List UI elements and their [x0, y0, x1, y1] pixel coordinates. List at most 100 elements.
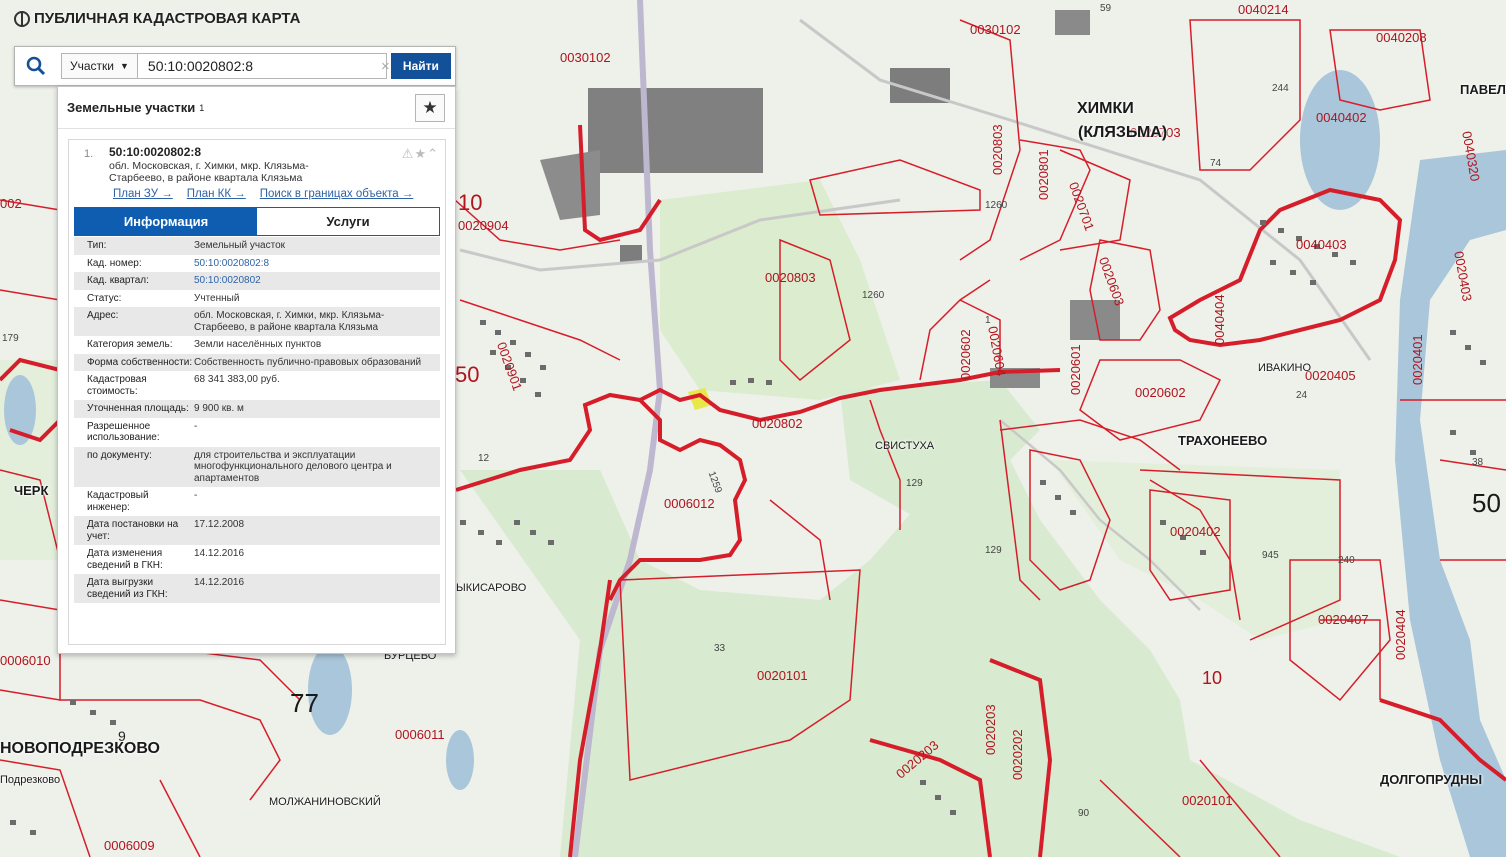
building-warehouse [588, 88, 763, 173]
attr-row-cad-quarter: Кад. квартал: 50:10:0020802 [74, 272, 440, 290]
attr-value: 14.12.2016 [194, 577, 245, 588]
attr-label: по документу: [87, 449, 152, 461]
region-number-77: 77 [290, 688, 319, 718]
cadastral-label: 0020203 [983, 704, 998, 755]
map-number-label: 129 [985, 545, 1002, 556]
globe-logo-icon [14, 10, 30, 27]
attr-label: Дата выгрузки сведений из ГКН: [87, 577, 168, 600]
cadastral-label: 0020802 [752, 416, 803, 431]
cadastral-label: 0006012 [664, 496, 715, 511]
map-number-label: 945 [1262, 550, 1279, 561]
cadastral-label: 0020401 [1410, 334, 1425, 385]
attr-value: 17.12.2008 [194, 519, 245, 530]
place-name-molzhaninovsky: МОЛЖАНИНОВСКИЙ [269, 796, 381, 808]
attr-label: Кадастровая стоимость: [87, 374, 147, 397]
cadastral-label: 0030102 [970, 22, 1021, 37]
attr-row-cad-number: Кад. номер: 50:10:0020802:8 [74, 254, 440, 272]
map-number-label: 33 [714, 643, 726, 654]
attr-value: Земельный участок [194, 240, 286, 251]
tab-information[interactable]: Информация [75, 208, 257, 235]
cadastral-label: 0030102 [560, 50, 611, 65]
cad-quarter-link[interactable]: 50:10:0020802 [194, 275, 440, 287]
place-name-pavel: ПАВЕЛ [1460, 82, 1506, 97]
attr-value: Собственность публично-правовых образова… [194, 356, 422, 368]
cadastral-label: 0040402 [1316, 110, 1367, 125]
plan-zu-link[interactable]: План ЗУ → [113, 188, 173, 200]
place-name-dolgoprudny: ДОЛГОПРУДНЫ [1380, 772, 1483, 787]
attr-row-area: Уточненная площадь: 9 900 кв. м [74, 400, 440, 418]
map-number-label: 12 [478, 453, 490, 464]
result-count: 1 [199, 102, 205, 113]
cadastral-label: 0020602 [1135, 385, 1186, 400]
plan-kk-link[interactable]: План КК → [187, 188, 246, 200]
attr-label: Кад. квартал: [87, 275, 149, 286]
cadastral-label: 0020803 [990, 124, 1005, 175]
attr-value: Земли населённых пунктов [194, 339, 322, 350]
cadastral-label: 0020202 [1010, 729, 1025, 780]
place-name-cherk: ЧЕРК [14, 483, 49, 498]
cad-number-link[interactable]: 50:10:0020802:8 [194, 258, 440, 270]
place-name-khimki: ХИМКИ [1077, 100, 1134, 117]
attr-row-ownership: Форма собственности: Собственность публи… [74, 353, 440, 371]
attr-label: Адрес: [87, 310, 119, 321]
search-type-dropdown[interactable]: Участки ▼ [61, 53, 138, 79]
cadastral-label: 0020602 [958, 329, 973, 380]
tab-services[interactable]: Услуги [257, 208, 439, 235]
reservoir-water [1300, 70, 1380, 210]
attr-label: Форма собственности: [87, 356, 193, 368]
cadastral-label: 0020407 [1318, 612, 1369, 627]
attr-row-by-document: по документу: для строительства и эксплу… [74, 446, 440, 487]
cadastral-label: 0020601 [1068, 344, 1083, 395]
attr-value: 9 900 кв. м [194, 403, 244, 414]
region-number-50: 50 [1472, 488, 1501, 518]
place-name-svistukha: СВИСТУХА [875, 440, 935, 452]
search-in-bounds-link[interactable]: Поиск в границах объекта → [260, 188, 414, 200]
app-title-text: ПУБЛИЧНАЯ КАДАСТРОВАЯ КАРТА [34, 10, 301, 27]
search-type-label: Участки [70, 59, 114, 73]
map-number-label: 10 [1202, 668, 1223, 688]
clear-icon[interactable]: × [381, 58, 390, 75]
favorites-button[interactable]: ★ [415, 94, 445, 122]
cadastral-label: 0006009 [104, 838, 155, 853]
result-title[interactable]: 50:10:0020802:8 [109, 145, 201, 159]
panel-header: Земельные участки 1 [58, 87, 455, 129]
cadastral-label: 0006010 [0, 653, 51, 668]
map-number-label: 10 [458, 190, 483, 215]
cadastral-label: 0020101 [1182, 793, 1233, 808]
attr-row-registration-date: Дата постановки на учет: 17.12.2008 [74, 516, 440, 545]
map-number-label: 179 [2, 333, 19, 344]
attr-row-type: Тип: Земельный участок [74, 237, 440, 255]
attr-row-change-date: Дата изменения сведений в ГКН: 14.12.201… [74, 545, 440, 574]
star-icon: ★ [422, 98, 438, 117]
cadastral-label: 0020803 [765, 270, 816, 285]
cadastral-label: 0020405 [1305, 368, 1356, 383]
cadastral-label: 0040208 [1376, 30, 1427, 45]
map-number-label: 244 [1272, 83, 1289, 94]
map-number-label: 24 [1296, 390, 1308, 401]
attr-value: 68 341 383,00 руб. [194, 374, 280, 385]
cadastral-label: 0006011 [395, 727, 445, 742]
result-action-icons[interactable]: ⚠★⌃ [402, 146, 439, 162]
search-bar: Участки ▼ × Найти [14, 46, 456, 86]
cadastral-label: 0020101 [757, 668, 808, 683]
map-number-label: 1260 [985, 200, 1008, 211]
result-links: План ЗУ → План КК → Поиск в границах объ… [113, 188, 413, 200]
app-title: ПУБЛИЧНАЯ КАДАСТРОВАЯ КАРТА [14, 10, 300, 27]
building-block-4 [1055, 10, 1090, 35]
cadastral-label: 0020404 [1393, 609, 1408, 660]
pond-water-2 [446, 730, 474, 790]
map-number-label: 129 [906, 478, 923, 489]
attr-row-cad-value: Кадастровая стоимость: 68 341 383,00 руб… [74, 371, 440, 400]
search-input[interactable] [137, 53, 387, 79]
result-number: 1. [84, 148, 94, 160]
attr-value: 14.12.2016 [194, 548, 245, 559]
cadastral-label: 0020402 [1170, 524, 1221, 539]
attr-value: - [194, 420, 198, 432]
search-button[interactable]: Найти [390, 53, 451, 79]
cadastral-label: 0040403 [1296, 237, 1347, 252]
result-item: 1. 50:10:0020802:8 обл. Московская, г. Х… [68, 139, 446, 645]
map-number-label: 50 [455, 362, 480, 387]
place-name-novopodrezkovo: НОВОПОДРЕЗКОВО [0, 740, 160, 757]
search-icon[interactable] [15, 47, 57, 85]
place-name-kisarovo: ЫКИСАРОВО [456, 582, 527, 594]
